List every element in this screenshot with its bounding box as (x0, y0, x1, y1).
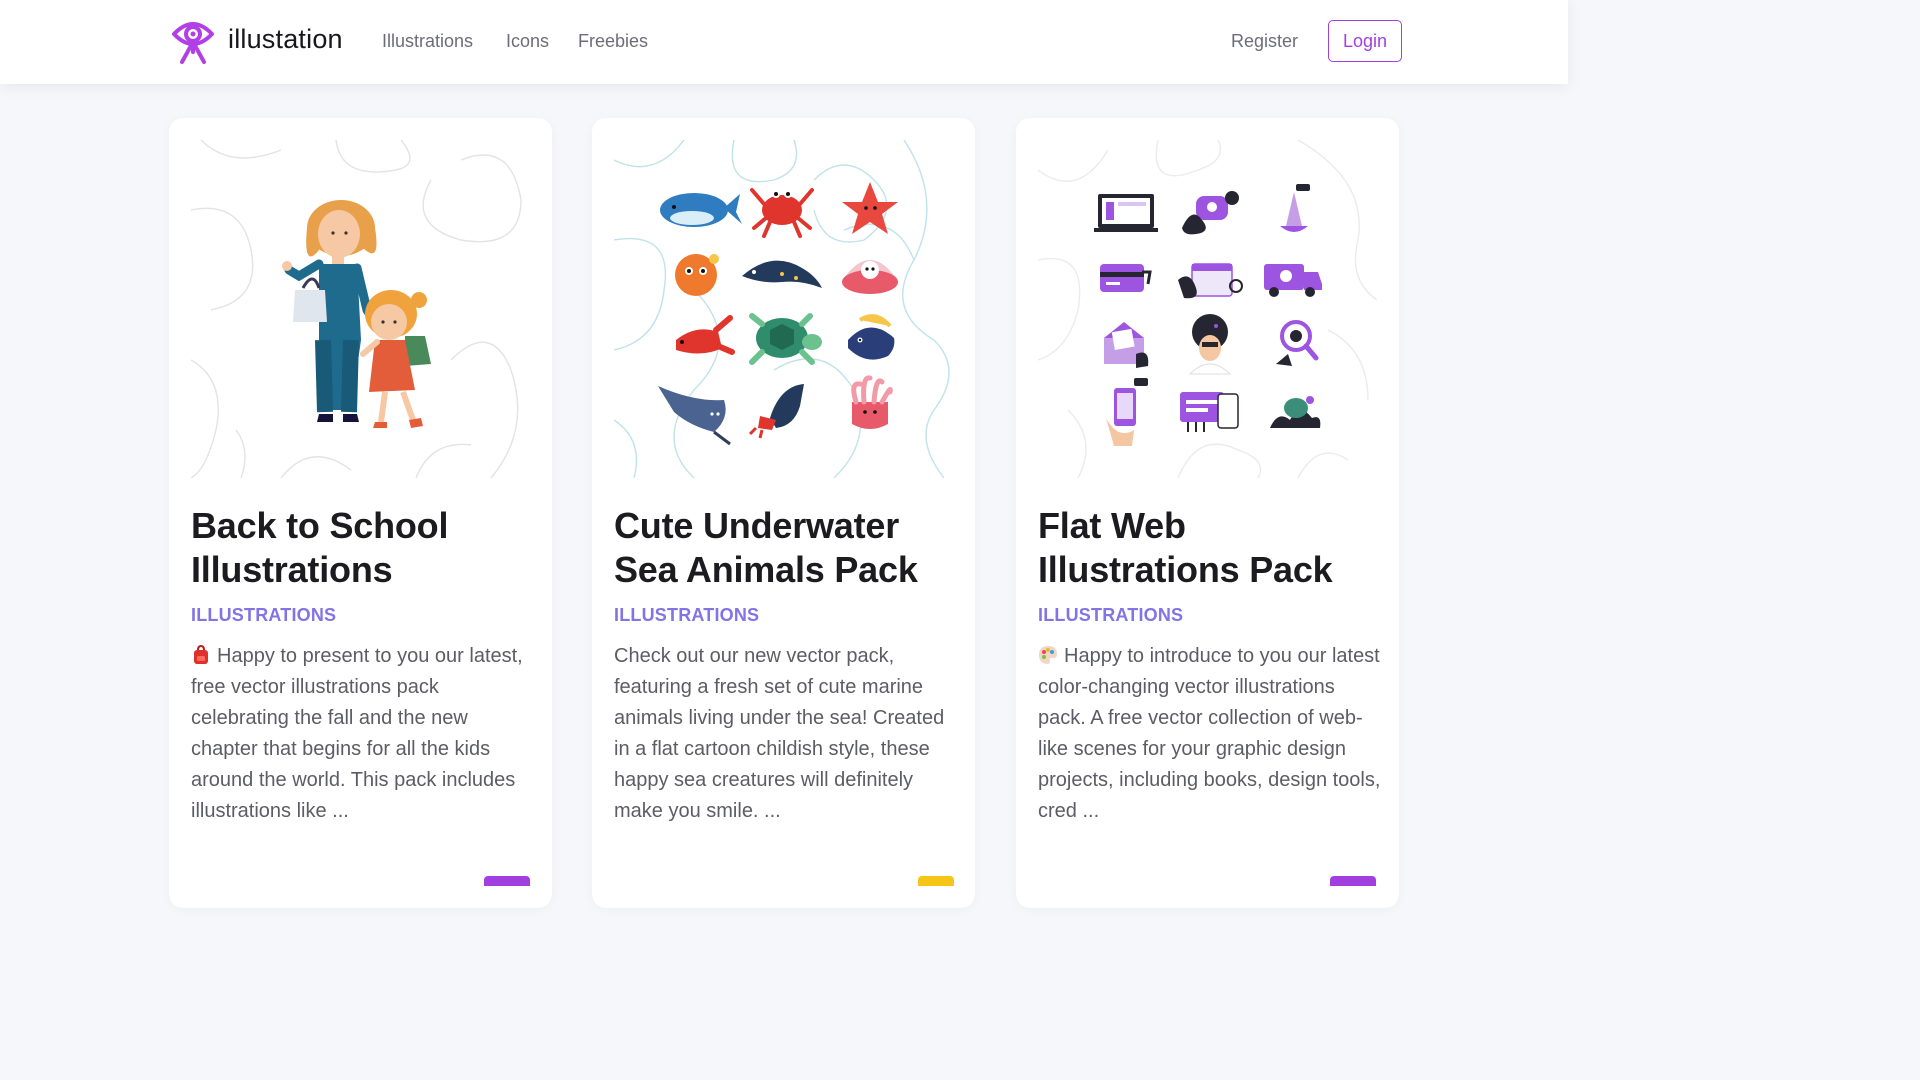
login-button[interactable]: Login (1328, 20, 1402, 62)
nav-freebies[interactable]: Freebies (578, 31, 648, 52)
card-tag-bar (1330, 876, 1376, 886)
sea-animals-illustration (614, 140, 950, 478)
product-card[interactable]: Cute Underwater Sea Animals Pack ILLUSTR… (592, 118, 975, 908)
card-description: Happy to present to you our latest, free… (191, 641, 536, 827)
card-thumbnail[interactable] (191, 140, 530, 478)
flat-web-illustration (1038, 140, 1377, 478)
card-description: Check out our new vector pack, featuring… (614, 645, 945, 822)
card-description-text: Happy to present to you our latest, free… (191, 645, 523, 822)
card-thumbnail[interactable] (1038, 140, 1377, 478)
card-category[interactable]: ILLUSTRATIONS (191, 605, 336, 626)
eye-pin-logo-icon[interactable] (170, 16, 216, 64)
nav-icons[interactable]: Icons (506, 31, 549, 52)
card-thumbnail[interactable] (614, 140, 953, 478)
card-description: Happy to introduce to you our latest col… (1038, 641, 1383, 827)
top-navbar: illustation Illustrations Icons Freebies… (0, 0, 1568, 84)
backpack-icon (194, 645, 208, 664)
card-title[interactable]: Back to School Illustrations (191, 504, 536, 592)
card-tag-bar (918, 876, 954, 886)
card-category[interactable]: ILLUSTRATIONS (1038, 605, 1183, 626)
card-title[interactable]: Cute Underwater Sea Animals Pack (614, 504, 959, 592)
card-title[interactable]: Flat Web Illustrations Pack (1038, 504, 1383, 592)
brand-name[interactable]: illustation (228, 24, 343, 55)
card-category[interactable]: ILLUSTRATIONS (614, 605, 759, 626)
product-card[interactable]: Back to School Illustrations ILLUSTRATIO… (169, 118, 552, 908)
product-card[interactable]: Flat Web Illustrations Pack ILLUSTRATION… (1016, 118, 1399, 908)
nav-illustrations[interactable]: Illustrations (382, 31, 473, 52)
palette-icon (1039, 646, 1057, 664)
card-tag-bar (484, 876, 530, 886)
card-description-text: Happy to introduce to you our latest col… (1038, 645, 1381, 822)
register-link[interactable]: Register (1231, 31, 1298, 52)
back-to-school-illustration (191, 140, 522, 478)
